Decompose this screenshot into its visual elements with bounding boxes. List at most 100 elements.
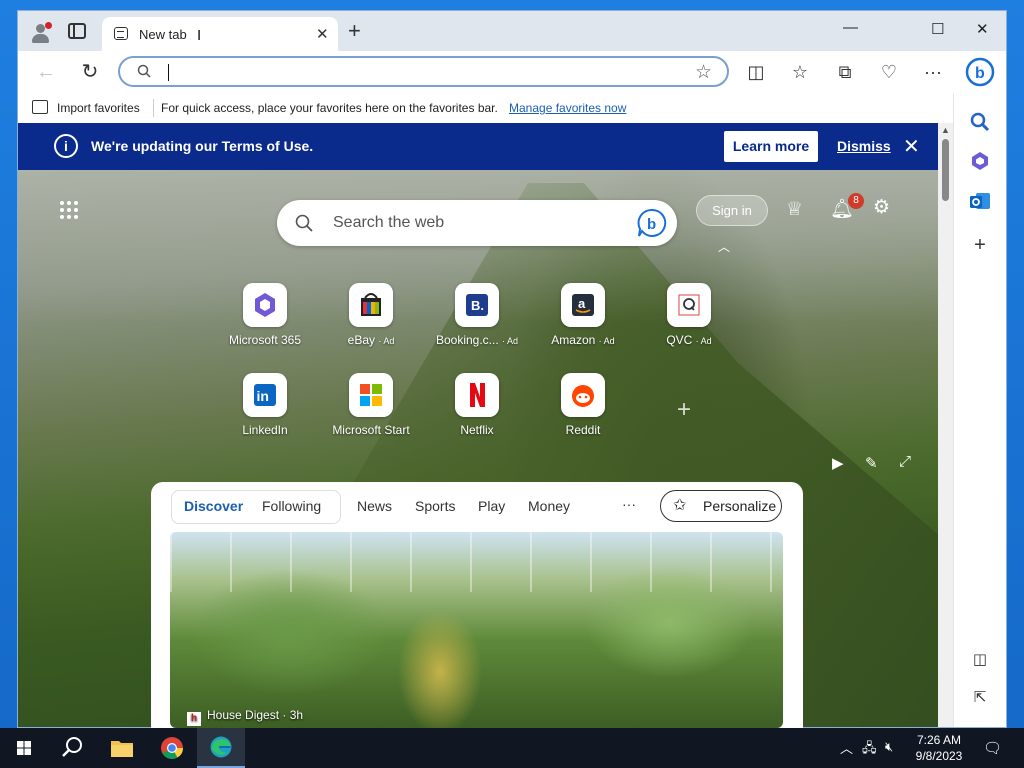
window-close-icon[interactable]: ✕ bbox=[976, 20, 989, 38]
taskbar: ︿ 🖧︎ 🔇︎ 7:26 AM 9/8/2023 🗨︎ bbox=[0, 728, 1024, 768]
quick-link-ebay[interactable]: eBay · Ad bbox=[316, 283, 426, 363]
microsoft-365-icon[interactable] bbox=[967, 148, 993, 174]
quick-link-microsoft-start[interactable]: Microsoft Start bbox=[316, 373, 426, 453]
collections-icon[interactable]: ⧉ bbox=[833, 60, 857, 84]
chrome-icon[interactable] bbox=[148, 728, 196, 768]
hide-sidebar-icon[interactable]: ◫ bbox=[967, 647, 993, 673]
address-bar[interactable]: ☆ bbox=[118, 56, 729, 87]
reddit-logo-icon bbox=[561, 373, 605, 417]
news-feed: Discover Following News Sports Play Mone… bbox=[151, 482, 803, 728]
maximize-icon[interactable]: ☐ bbox=[931, 20, 944, 38]
settings-and-more-icon[interactable]: ··· bbox=[921, 60, 945, 84]
import-favorites-button[interactable]: Import favorites bbox=[57, 101, 140, 115]
favorites-icon[interactable]: ☆ bbox=[788, 60, 812, 84]
quick-link-label: LinkedIn bbox=[242, 423, 288, 437]
bing-copilot-icon[interactable]: b bbox=[965, 57, 995, 87]
search-icon bbox=[295, 214, 313, 232]
taskbar-search-icon[interactable] bbox=[48, 728, 96, 768]
info-icon: i bbox=[54, 134, 78, 158]
split-screen-icon[interactable]: ◫ bbox=[744, 60, 768, 84]
tab-new-tab[interactable]: New tab ✕ bbox=[102, 17, 338, 51]
svg-text:a: a bbox=[578, 296, 586, 311]
windows-start-icon[interactable] bbox=[0, 728, 48, 768]
tab-title: New tab bbox=[139, 27, 187, 42]
qvc-logo-icon bbox=[667, 283, 711, 327]
volume-muted-icon[interactable]: 🔇︎ bbox=[885, 739, 893, 755]
clock-date: 9/8/2023 bbox=[915, 749, 963, 763]
microsoft-start-logo-icon bbox=[349, 373, 393, 417]
change-background-icon[interactable]: ✎ bbox=[865, 454, 878, 472]
bing-chat-icon[interactable]: b bbox=[637, 208, 667, 238]
page-settings-gear-icon[interactable]: ⚙ bbox=[873, 196, 890, 219]
favorites-separator bbox=[153, 99, 154, 117]
more-tabs-button[interactable]: ··· bbox=[622, 496, 636, 512]
scroll-up-icon[interactable]: ▲ bbox=[941, 125, 950, 135]
ebay-bag-icon bbox=[349, 283, 393, 327]
profile-icon[interactable] bbox=[30, 22, 52, 44]
sign-in-button[interactable]: Sign in bbox=[696, 195, 768, 226]
quick-link-reddit[interactable]: Reddit bbox=[528, 373, 638, 453]
add-favorite-star-icon[interactable]: ☆ bbox=[695, 61, 712, 84]
add-sidebar-app-icon[interactable]: + bbox=[967, 232, 993, 258]
browser-essentials-icon[interactable]: ♡ bbox=[877, 60, 901, 84]
web-search-box[interactable]: Search the web b bbox=[277, 200, 677, 246]
quick-link-microsoft-365[interactable]: Microsoft 365 bbox=[210, 283, 320, 363]
favorites-hint: For quick access, place your favorites h… bbox=[161, 101, 498, 115]
apps-launcher-icon[interactable] bbox=[60, 201, 80, 221]
text-cursor bbox=[168, 64, 169, 81]
tab-following[interactable]: Following bbox=[262, 498, 321, 514]
manage-favorites-link[interactable]: Manage favorites now bbox=[509, 101, 626, 115]
close-tab-icon[interactable]: ✕ bbox=[316, 25, 329, 43]
notification-count-badge: 8 bbox=[848, 193, 864, 209]
tab-actions-icon[interactable] bbox=[68, 23, 86, 39]
quick-link-netflix[interactable]: Netflix bbox=[422, 373, 532, 453]
new-tab-button[interactable]: + bbox=[348, 20, 361, 42]
sidebar-search-icon[interactable] bbox=[967, 109, 993, 135]
banner-message: We're updating our Terms of Use. bbox=[91, 138, 314, 154]
system-clock[interactable]: 7:26 AM 9/8/2023 bbox=[908, 732, 970, 764]
quick-link-label: Microsoft Start bbox=[332, 423, 410, 437]
clock-time: 7:26 AM bbox=[916, 733, 962, 747]
add-quick-link-icon[interactable]: + bbox=[677, 396, 691, 424]
netflix-logo-icon bbox=[455, 373, 499, 417]
toolbar: ← ↻ ☆ ◫ ☆ ⧉ ♡ ··· b bbox=[18, 51, 1006, 93]
network-icon[interactable]: 🖧︎ bbox=[862, 739, 877, 761]
close-banner-icon[interactable]: ✕ bbox=[903, 134, 920, 159]
quick-link-amazon[interactable]: a Amazon · Ad bbox=[528, 283, 638, 363]
personalize-button[interactable]: ✩ Personalize bbox=[660, 490, 782, 522]
page-scrollbar[interactable]: ▲ bbox=[938, 123, 953, 727]
minimize-icon[interactable]: — bbox=[843, 19, 858, 36]
learn-more-button[interactable]: Learn more bbox=[724, 131, 818, 162]
expand-background-icon[interactable]: ⤢ bbox=[899, 453, 911, 470]
refresh-icon[interactable]: ↻ bbox=[78, 60, 102, 84]
quick-link-qvc[interactable]: QVC · Ad bbox=[634, 283, 744, 363]
outlook-icon[interactable] bbox=[967, 188, 993, 214]
file-explorer-icon[interactable] bbox=[98, 728, 146, 768]
mouse-ibeam-cursor: I bbox=[197, 27, 202, 44]
quick-link-linkedin[interactable]: in LinkedIn bbox=[210, 373, 320, 453]
action-center-icon[interactable]: 🗨︎ bbox=[983, 739, 1002, 757]
collapse-chevron-icon[interactable]: ︿ bbox=[718, 238, 730, 255]
news-card[interactable]: h House Digest · 3h bbox=[170, 532, 783, 728]
svg-text:B.: B. bbox=[471, 298, 484, 313]
tab-sports[interactable]: Sports bbox=[415, 498, 455, 514]
quick-link-label: QVC · Ad bbox=[666, 333, 712, 347]
show-hidden-icons-chevron[interactable]: ︿ bbox=[840, 738, 853, 757]
tab-discover[interactable]: Discover bbox=[184, 498, 243, 514]
quick-link-booking[interactable]: B. Booking.c... · Ad bbox=[422, 283, 532, 363]
play-background-icon[interactable]: ▶ bbox=[832, 454, 844, 472]
edge-icon[interactable] bbox=[197, 728, 245, 768]
import-favorites-icon[interactable] bbox=[32, 100, 48, 114]
tab-news[interactable]: News bbox=[357, 498, 392, 514]
external-link-icon[interactable]: ⇱ bbox=[967, 685, 993, 711]
quick-link-label: Microsoft 365 bbox=[228, 333, 302, 347]
dismiss-link[interactable]: Dismiss bbox=[837, 138, 891, 154]
tab-play[interactable]: Play bbox=[478, 498, 505, 514]
greenhouse-frame bbox=[170, 532, 783, 592]
house-digest-logo-icon: h bbox=[187, 712, 201, 726]
back-icon[interactable]: ← bbox=[34, 60, 58, 84]
tab-money[interactable]: Money bbox=[528, 498, 570, 514]
rewards-trophy-icon[interactable]: ♕ bbox=[786, 198, 803, 221]
scrollbar-thumb[interactable] bbox=[942, 139, 949, 201]
quick-link-label: Netflix bbox=[460, 423, 494, 437]
